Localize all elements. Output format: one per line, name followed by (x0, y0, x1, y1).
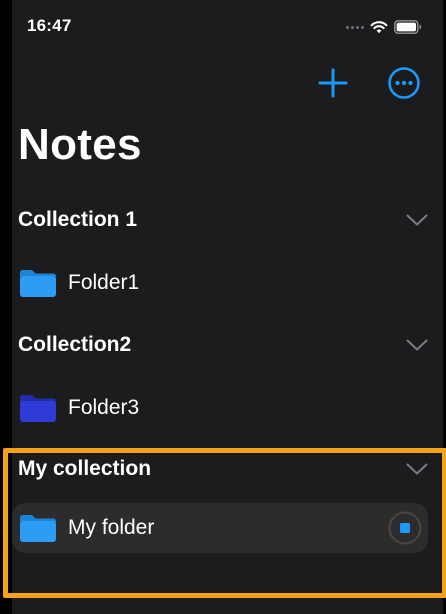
chevron-down-icon[interactable] (406, 213, 428, 227)
stop-circle-icon (388, 511, 422, 545)
folder-label: Folder3 (68, 396, 140, 419)
more-options-button[interactable] (385, 64, 423, 102)
folder-icon (19, 393, 57, 423)
notes-app: 16:47 Notes Collection 1 Folder1 Collect… (12, 0, 443, 614)
battery-icon (394, 20, 422, 34)
ellipsis-circle-icon (388, 67, 420, 99)
collection-title: Collection2 (18, 333, 132, 356)
folder-row-folder1[interactable]: Folder1 (12, 258, 438, 308)
page-title: Notes (18, 120, 142, 169)
folder-icon (19, 513, 57, 543)
screen: 16:47 Notes Collection 1 Folder1 Collect… (0, 0, 446, 614)
collection-header-my-collection[interactable]: My collection (18, 452, 434, 486)
folder-label: My folder (68, 516, 155, 539)
chevron-down-icon[interactable] (406, 462, 428, 476)
folder-row-folder3[interactable]: Folder3 (12, 383, 438, 433)
cellular-signal-icon (346, 25, 364, 29)
folder-icon (19, 268, 57, 298)
status-icons (346, 19, 422, 35)
stop-button[interactable] (388, 511, 422, 545)
chevron-down-icon[interactable] (406, 338, 428, 352)
wifi-icon (370, 21, 388, 34)
collection-title: My collection (18, 457, 152, 480)
plus-icon (318, 68, 348, 98)
collection-header-2[interactable]: Collection2 (18, 328, 434, 362)
collection-title: Collection 1 (18, 208, 138, 231)
folder-row-my-folder[interactable]: My folder (12, 503, 428, 553)
folder-label: Folder1 (68, 271, 140, 294)
collection-header-1[interactable]: Collection 1 (18, 203, 434, 237)
add-button[interactable] (314, 64, 352, 102)
status-time: 16:47 (27, 16, 72, 35)
